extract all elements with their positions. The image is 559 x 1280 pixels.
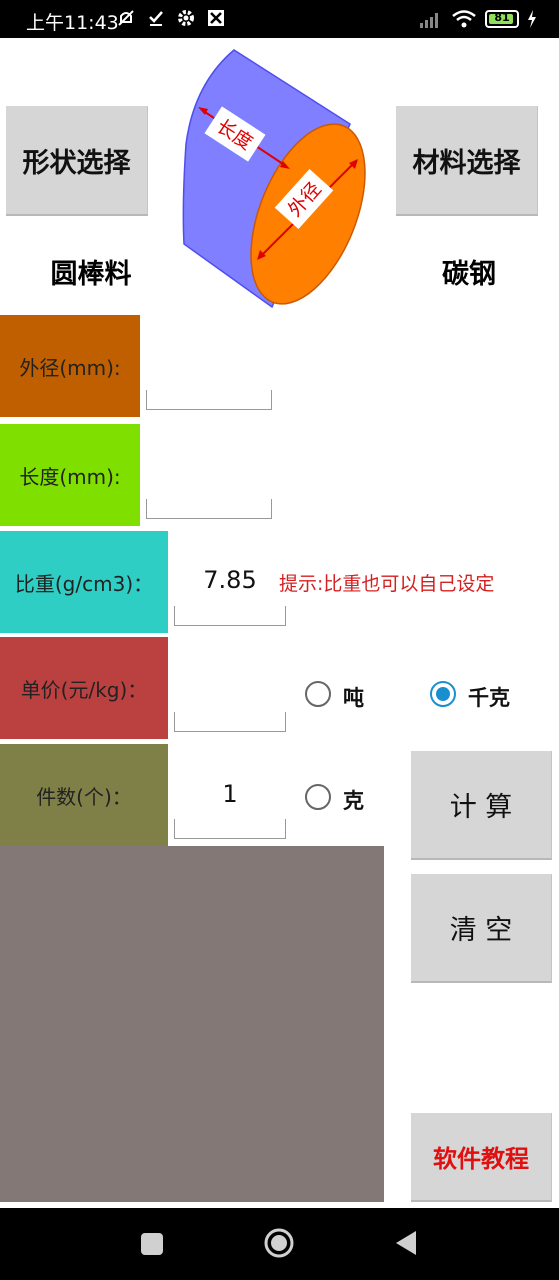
- material-select-button[interactable]: 材料选择: [396, 106, 538, 216]
- unit-gram-label: 克: [343, 789, 364, 813]
- battery-icon: 81: [485, 10, 519, 28]
- check-icon: [149, 11, 163, 26]
- result-area: [0, 846, 384, 1202]
- price-label: 单价(元/kg)：: [0, 637, 168, 739]
- shape-select-button[interactable]: 形状选择: [6, 106, 148, 216]
- back-icon[interactable]: [394, 1230, 418, 1256]
- selected-shape-label: 圆棒料: [50, 259, 132, 290]
- home-icon[interactable]: [263, 1227, 295, 1259]
- unit-gram-radio[interactable]: [305, 784, 331, 810]
- mute-icon: [118, 10, 134, 26]
- unit-kilogram-label: 千克: [468, 686, 510, 710]
- density-hint: 提示:比重也可以自己设定: [279, 573, 495, 595]
- wifi-icon: [452, 10, 476, 28]
- clear-button[interactable]: 清 空: [411, 874, 552, 983]
- tutorial-button[interactable]: 软件教程: [411, 1113, 552, 1202]
- count-label: 件数(个)：: [0, 744, 168, 846]
- app-icon: [208, 10, 224, 26]
- unit-kilogram-radio[interactable]: [430, 681, 456, 707]
- signal-icon: [420, 13, 438, 28]
- navigation-bar: [0, 1208, 559, 1280]
- length-input[interactable]: [146, 499, 272, 519]
- unit-ton-label: 吨: [343, 686, 364, 710]
- diameter-label: 外径(mm):: [0, 315, 140, 417]
- density-value: 7.85: [203, 566, 257, 594]
- selected-material-label: 碳钢: [442, 259, 496, 290]
- diameter-input[interactable]: [146, 390, 272, 410]
- cylinder-diagram: 长度 外径: [182, 49, 366, 309]
- density-label: 比重(g/cm3)：: [0, 531, 168, 633]
- count-input[interactable]: [174, 819, 286, 839]
- calculate-button[interactable]: 计 算: [411, 751, 552, 860]
- count-value: 1: [222, 780, 238, 808]
- status-time: 上午11:43: [26, 12, 119, 34]
- gear-icon: [178, 10, 194, 26]
- status-bar: 上午11:43 81: [0, 0, 559, 38]
- recents-icon[interactable]: [140, 1232, 164, 1256]
- price-input[interactable]: [174, 712, 286, 732]
- unit-ton-radio[interactable]: [305, 681, 331, 707]
- charging-icon: [528, 10, 536, 28]
- density-input[interactable]: [174, 606, 286, 626]
- length-label: 长度(mm):: [0, 424, 140, 526]
- battery-level: 81: [494, 11, 510, 24]
